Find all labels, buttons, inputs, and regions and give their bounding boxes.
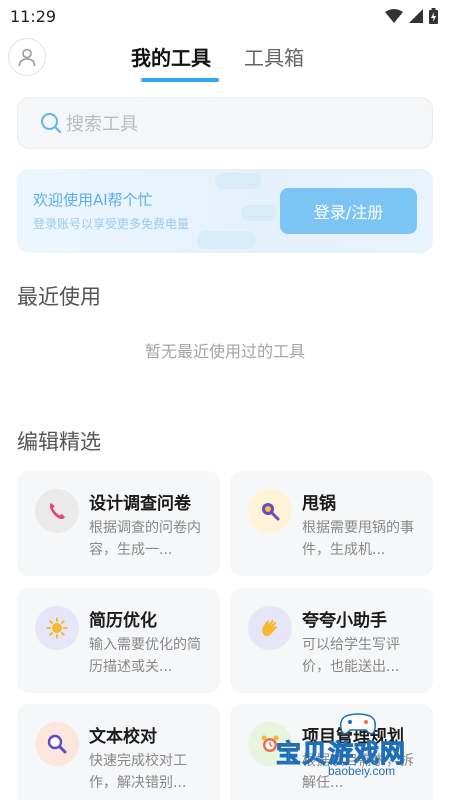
card-icon — [248, 606, 292, 650]
phone-icon — [49, 503, 65, 519]
card-icon — [35, 722, 79, 766]
banner-decoration — [197, 231, 257, 249]
battery-icon — [429, 8, 438, 24]
sun-icon — [46, 617, 68, 639]
recent-section-title: 最近使用 — [17, 285, 101, 309]
card-description: 可以给学生写评价，也能送出... — [302, 637, 400, 675]
status-bar: 11:29 — [0, 0, 450, 32]
recent-empty-text: 暂无最近使用过的工具 — [144, 342, 305, 361]
magnifier-icon — [47, 734, 67, 754]
tab-my-tools[interactable]: 我的工具 — [131, 42, 211, 71]
card-description: 根据调查的问卷内容，生成一... — [89, 520, 201, 558]
tool-card-blame[interactable]: 甩锅 根据需要甩锅的事件，生成机... — [230, 471, 433, 576]
card-title: 简历优化 — [89, 611, 157, 631]
tool-card-praise[interactable]: 夸夸小助手 可以给学生写评价，也能送出... — [230, 588, 433, 693]
card-title: 甩锅 — [302, 494, 336, 514]
banner-decoration — [215, 173, 261, 189]
status-time: 11:29 — [10, 6, 57, 26]
watermark: 宝贝游戏网 baobeiy.com — [275, 712, 436, 782]
banner-decoration — [241, 205, 277, 221]
tool-card-survey[interactable]: 设计调查问卷 根据调查的问卷内容，生成一... — [17, 471, 220, 576]
wifi-icon — [385, 9, 403, 23]
signal-icon — [409, 9, 423, 23]
watermark-url: baobeiy.com — [328, 764, 396, 778]
tool-card-resume[interactable]: 简历优化 输入需要优化的简历描述或关... — [17, 588, 220, 693]
card-description: 输入需要优化的简历描述或关... — [89, 637, 201, 675]
featured-section-title: 编辑精选 — [17, 430, 101, 454]
pan-icon — [262, 503, 280, 521]
tool-card-proofread[interactable]: 文本校对 快速完成校对工作，解决错别... — [17, 704, 220, 800]
card-title: 设计调查问卷 — [89, 494, 191, 514]
card-description: 根据需要甩锅的事件，生成机... — [302, 520, 414, 558]
tab-toolbox[interactable]: 工具箱 — [244, 42, 304, 71]
clap-icon — [262, 619, 277, 637]
card-description: 快速完成校对工作，解决错别... — [89, 753, 187, 791]
tab-active-indicator — [141, 78, 219, 82]
banner-subtitle: 登录账号以享受更多免费电量 — [33, 217, 190, 231]
card-icon — [35, 606, 79, 650]
banner-title: 欢迎使用AI帮个忙 — [33, 191, 153, 209]
search-input[interactable]: 搜索工具 — [17, 97, 433, 149]
search-placeholder: 搜索工具 — [66, 114, 138, 135]
login-register-button[interactable]: 登录/注册 — [280, 188, 417, 234]
card-icon — [35, 489, 79, 533]
card-title: 文本校对 — [89, 727, 157, 747]
search-icon — [41, 113, 62, 134]
card-icon — [248, 489, 292, 533]
tab-bar: 我的工具 工具箱 — [0, 38, 450, 84]
status-icons — [385, 8, 438, 24]
gamepad-icon — [339, 713, 377, 735]
login-banner: 欢迎使用AI帮个忙 登录账号以享受更多免费电量 登录/注册 — [17, 169, 433, 253]
card-title: 夸夸小助手 — [302, 611, 387, 631]
